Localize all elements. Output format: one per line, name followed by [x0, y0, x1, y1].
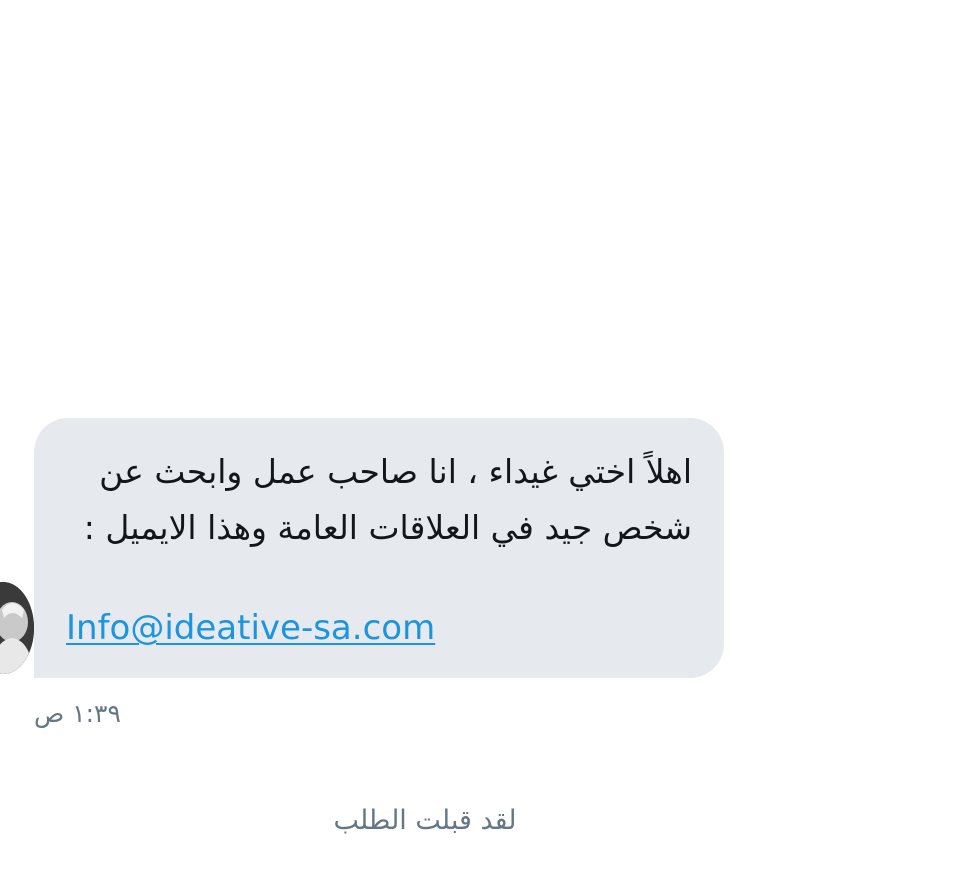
email-link[interactable]: Info@ideative-sa.com: [66, 606, 435, 650]
request-accepted-status: لقد قبلت الطلب: [333, 805, 517, 836]
message-timestamp: ١:٣٩ ص: [34, 699, 121, 728]
message-text: اهلاً اختي غيداء ، انا صاحب عمل وابحث عن…: [83, 452, 692, 547]
dm-conversation-screen: اهلاً اختي غيداء ، انا صاحب عمل وابحث عن…: [0, 0, 964, 892]
sender-avatar[interactable]: [0, 582, 34, 674]
avatar-photo-icon: [0, 582, 34, 674]
message-bubble[interactable]: اهلاً اختي غيداء ، انا صاحب عمل وابحث عن…: [34, 418, 724, 678]
